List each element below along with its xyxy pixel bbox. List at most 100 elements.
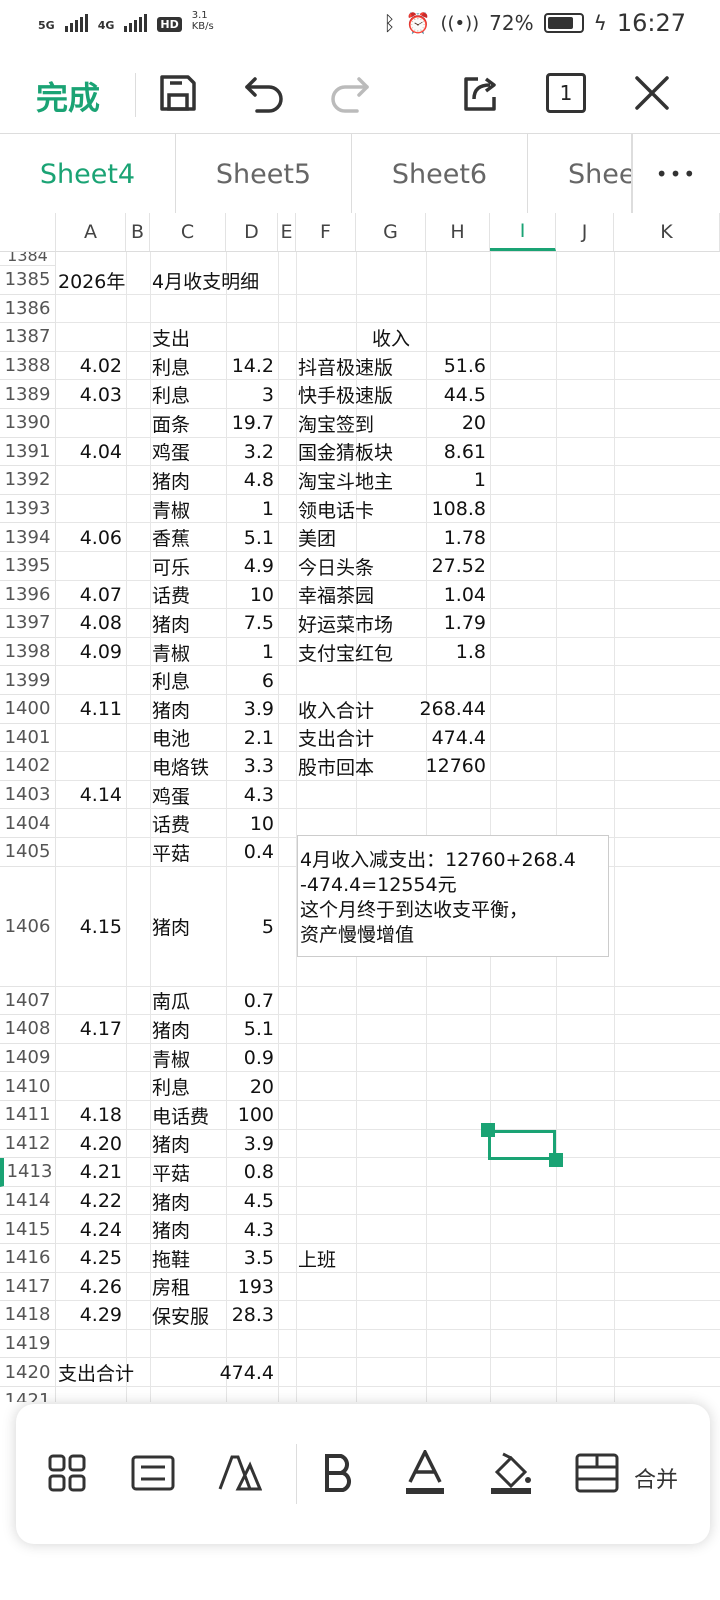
cell-h-1391[interactable]: 8.61 bbox=[426, 438, 490, 467]
row-header-1415[interactable]: 1415 bbox=[0, 1215, 56, 1244]
cell-f-1397[interactable]: 好运菜市场 bbox=[296, 609, 426, 638]
cell-a-1398[interactable]: 4.09 bbox=[56, 638, 126, 667]
cell-c-1389[interactable]: 利息 bbox=[150, 380, 226, 409]
cell-d-1404[interactable]: 10 bbox=[226, 809, 278, 838]
cell-c-1412[interactable]: 猪肉 bbox=[150, 1130, 226, 1159]
column-header-f[interactable]: F bbox=[296, 213, 356, 251]
cell-c-1413[interactable]: 平菇 bbox=[150, 1158, 226, 1187]
cell-d-1398[interactable]: 1 bbox=[226, 638, 278, 667]
cell-c-1406[interactable]: 猪肉 bbox=[150, 867, 226, 987]
cell-d-1391[interactable]: 3.2 bbox=[226, 438, 278, 467]
cell-d-1415[interactable]: 4.3 bbox=[226, 1215, 278, 1244]
cell-f-1389[interactable]: 快手极速版 bbox=[296, 380, 426, 409]
tab-sheet4[interactable]: Sheet4 bbox=[0, 134, 176, 214]
cell-c-1400[interactable]: 猪肉 bbox=[150, 695, 226, 724]
cell-a-1389[interactable]: 4.03 bbox=[56, 380, 126, 409]
cell-c-1398[interactable]: 青椒 bbox=[150, 638, 226, 667]
cell-d-1390[interactable]: 19.7 bbox=[226, 409, 278, 438]
cell-c-1410[interactable]: 利息 bbox=[150, 1072, 226, 1101]
row-header-1388[interactable]: 1388 bbox=[0, 351, 56, 381]
cell-d-1412[interactable]: 3.9 bbox=[226, 1130, 278, 1159]
cell-d-1409[interactable]: 0.9 bbox=[226, 1044, 278, 1073]
cell-a-1400[interactable]: 4.11 bbox=[56, 695, 126, 724]
row-header-1397[interactable]: 1397 bbox=[0, 609, 56, 638]
done-button[interactable]: 完成 bbox=[36, 73, 100, 119]
cell-h-1400[interactable]: 268.44 bbox=[420, 695, 490, 724]
column-header-a[interactable]: A bbox=[56, 213, 126, 251]
row-header-1399[interactable]: 1399 bbox=[0, 666, 56, 695]
cell-a-1401[interactable] bbox=[56, 724, 126, 753]
cell-d-1414[interactable]: 4.5 bbox=[226, 1187, 278, 1216]
cell-d-1399[interactable]: 6 bbox=[226, 666, 278, 695]
apps-grid-icon[interactable] bbox=[42, 1448, 92, 1498]
column-header-i[interactable]: I bbox=[490, 213, 556, 251]
cell-a-1402[interactable] bbox=[56, 752, 126, 781]
row-header-1389[interactable]: 1389 bbox=[0, 380, 56, 409]
save-icon[interactable] bbox=[150, 65, 206, 121]
cell-a-1410[interactable] bbox=[56, 1072, 126, 1101]
cell-h-1396[interactable]: 1.04 bbox=[426, 581, 490, 610]
cell-d-1400[interactable]: 3.9 bbox=[226, 695, 278, 724]
more-tabs-button[interactable]: ••• bbox=[632, 134, 720, 214]
cell-a-1396[interactable]: 4.07 bbox=[56, 581, 126, 610]
cell-c-1403[interactable]: 鸡蛋 bbox=[150, 781, 226, 810]
cell-h-1394[interactable]: 1.78 bbox=[426, 523, 490, 552]
cell-c-1402[interactable]: 电烙铁 bbox=[150, 752, 226, 781]
cell-a-1418[interactable]: 4.29 bbox=[56, 1301, 126, 1330]
cell-h-1389[interactable]: 44.5 bbox=[426, 380, 490, 409]
cell-c-1391[interactable]: 鸡蛋 bbox=[150, 438, 226, 467]
cell-h-1395[interactable]: 27.52 bbox=[426, 552, 490, 581]
cell-d-1406[interactable]: 5 bbox=[226, 867, 278, 987]
cell-d-1407[interactable]: 0.7 bbox=[226, 987, 278, 1016]
cell-c-1399[interactable]: 利息 bbox=[150, 666, 226, 695]
cell-c-1392[interactable]: 猪肉 bbox=[150, 466, 226, 495]
row-header-1421[interactable]: 1421 bbox=[0, 1387, 56, 1402]
cell-d-1401[interactable]: 2.1 bbox=[226, 724, 278, 753]
cell-a-1415[interactable]: 4.24 bbox=[56, 1215, 126, 1244]
cell-f-1416[interactable]: 上班 bbox=[296, 1244, 426, 1273]
spreadsheet-grid[interactable]: 1384 1385 2026年 4月收支明细 1386 1387 支出 收入 1388 4.02… bbox=[0, 252, 720, 1402]
cell-g-1387[interactable]: 收入 bbox=[356, 323, 426, 352]
cell-d-1416[interactable]: 3.5 bbox=[226, 1244, 278, 1273]
cell-c-1388[interactable]: 利息 bbox=[150, 352, 226, 381]
fill-color-icon[interactable] bbox=[486, 1448, 536, 1498]
row-header-1393[interactable]: 1393 bbox=[0, 494, 56, 524]
cell-a-1395[interactable] bbox=[56, 552, 126, 581]
row-header-1411[interactable]: 1411 bbox=[0, 1101, 56, 1130]
column-header-k[interactable]: K bbox=[614, 213, 720, 251]
cell-a-1393[interactable] bbox=[56, 495, 126, 524]
row-header-1390[interactable]: 1390 bbox=[0, 409, 56, 438]
column-header-d[interactable]: D bbox=[226, 213, 278, 251]
cell-a-1397[interactable]: 4.08 bbox=[56, 609, 126, 638]
row-header-1410[interactable]: 1410 bbox=[0, 1072, 56, 1101]
cell-a-1412[interactable]: 4.20 bbox=[56, 1130, 126, 1159]
row-header-1408[interactable]: 1408 bbox=[0, 1015, 56, 1044]
cell-a-1385[interactable]: 2026年 bbox=[56, 266, 156, 295]
cell-h-1399[interactable] bbox=[426, 666, 490, 695]
cell-a-1391[interactable]: 4.04 bbox=[56, 438, 126, 467]
cell-a-1406[interactable]: 4.15 bbox=[56, 867, 126, 987]
row-header-1391[interactable]: 1391 bbox=[0, 437, 56, 467]
cell-c-1387[interactable]: 支出 bbox=[150, 323, 226, 352]
keyboard-icon[interactable] bbox=[128, 1448, 178, 1498]
cell-a-1403[interactable]: 4.14 bbox=[56, 781, 126, 810]
row-header-1416[interactable]: 1416 bbox=[0, 1244, 56, 1273]
cell-h-1392[interactable]: 1 bbox=[426, 466, 490, 495]
cell-d-1394[interactable]: 5.1 bbox=[226, 523, 278, 552]
cell-h-1390[interactable]: 20 bbox=[426, 409, 490, 438]
cell-h-1401[interactable]: 474.4 bbox=[426, 724, 490, 753]
cell-f-1393[interactable]: 领电话卡 bbox=[296, 495, 426, 524]
cell-c-1415[interactable]: 猪肉 bbox=[150, 1215, 226, 1244]
cell-a-1405[interactable] bbox=[56, 838, 126, 867]
selection-handle-bottom-right[interactable] bbox=[549, 1153, 563, 1167]
cell-c-1397[interactable]: 猪肉 bbox=[150, 609, 226, 638]
column-header-j[interactable]: J bbox=[556, 213, 614, 251]
cell-c-1411[interactable]: 电话费 bbox=[150, 1101, 226, 1130]
cell-c-1409[interactable]: 青椒 bbox=[150, 1044, 226, 1073]
cell-a-1416[interactable]: 4.25 bbox=[56, 1244, 126, 1273]
row-header-1406[interactable]: 1406 bbox=[0, 866, 56, 987]
cell-c-1401[interactable]: 电池 bbox=[150, 724, 226, 753]
cell-d-1402[interactable]: 3.3 bbox=[226, 752, 278, 781]
cell-h-1398[interactable]: 1.8 bbox=[426, 638, 490, 667]
cell-a-1394[interactable]: 4.06 bbox=[56, 523, 126, 552]
